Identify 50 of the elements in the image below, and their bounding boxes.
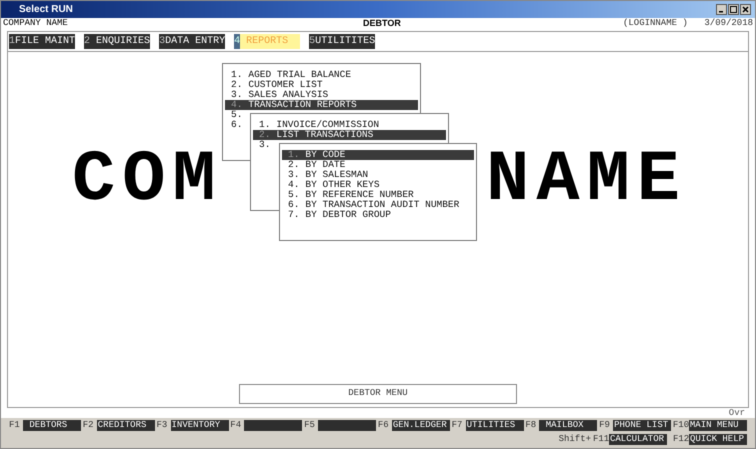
maximize-icon[interactable] (728, 4, 739, 15)
minimize-icon[interactable] (716, 4, 727, 15)
menu-item[interactable]: 1. INVOICE/COMMISSION (253, 120, 446, 130)
key-label: F5 (304, 419, 316, 432)
key-label: F10 (672, 419, 689, 432)
mode-indicator: Ovr (728, 408, 745, 418)
company-name: COMPANY NAME (3, 18, 69, 29)
key-label: F2 (82, 419, 95, 432)
key-label: F3 (156, 419, 168, 432)
key-label: F1 (9, 419, 21, 432)
window-title: Select RUN (18, 3, 73, 17)
module-name: DEBTOR (363, 18, 402, 29)
menu-item[interactable]: 4. BY OTHER KEYS (282, 180, 474, 190)
function-key-button[interactable]: INVENTORY (170, 420, 229, 432)
function-key-button[interactable]: MAILBOX (539, 420, 598, 432)
key-label: F8 (525, 419, 538, 432)
function-key-button[interactable]: UTILITIES (466, 420, 524, 432)
login-name: (LOGINNAME ) (623, 18, 689, 29)
menu-item[interactable]: 4. TRANSACTION REPORTS (225, 100, 418, 110)
menu-item[interactable]: 6. BY TRANSACTION AUDIT NUMBER (282, 200, 474, 210)
function-key-button[interactable]: CREDITORS (96, 420, 155, 432)
function-key-button[interactable] (244, 420, 302, 432)
date-text: 3/09/2018 (703, 18, 753, 29)
menu-item[interactable]: 2. BY DATE (282, 160, 474, 170)
key-label: F12 (673, 432, 689, 446)
menu-title-box: DEBTOR MENU (239, 384, 517, 404)
key-label: F4 (230, 419, 242, 432)
menu-item[interactable]: 2. LIST TRANSACTIONS (253, 130, 446, 140)
menu-item[interactable]: 1. AGED TRIAL BALANCE (225, 70, 418, 80)
function-key-button[interactable]: QUICK HELP (689, 434, 747, 445)
menu-item[interactable]: 7. BY DEBTOR GROUP (282, 210, 474, 220)
banner-text: NAME (486, 152, 687, 208)
menu-item[interactable]: 3. BY SALESMAN (282, 170, 474, 180)
function-key-button[interactable] (318, 420, 376, 432)
banner-text: COM (72, 152, 223, 208)
function-key-button[interactable]: MAIN MENU (688, 420, 747, 432)
function-key-button[interactable]: GEN.LEDGER (392, 420, 450, 432)
function-key-button[interactable]: DEBTORS (23, 420, 81, 432)
menu-item[interactable]: 5. BY REFERENCE NUMBER (282, 190, 474, 200)
key-label: F9 (599, 419, 611, 432)
key-label: F11 (593, 432, 609, 446)
key-label: F7 (452, 419, 464, 432)
key-label: F6 (378, 419, 390, 432)
close-icon[interactable] (740, 4, 751, 15)
menu-item[interactable]: 1. BY CODE (282, 150, 474, 160)
menu-item[interactable]: 3. SALES ANALYSIS (225, 90, 418, 100)
function-key-button[interactable]: PHONE LIST (613, 420, 672, 432)
function-key-button[interactable]: CALCULATOR (609, 434, 667, 445)
menu-item[interactable]: 2. CUSTOMER LIST (225, 80, 418, 90)
shift-label: Shift+ (558, 432, 591, 446)
